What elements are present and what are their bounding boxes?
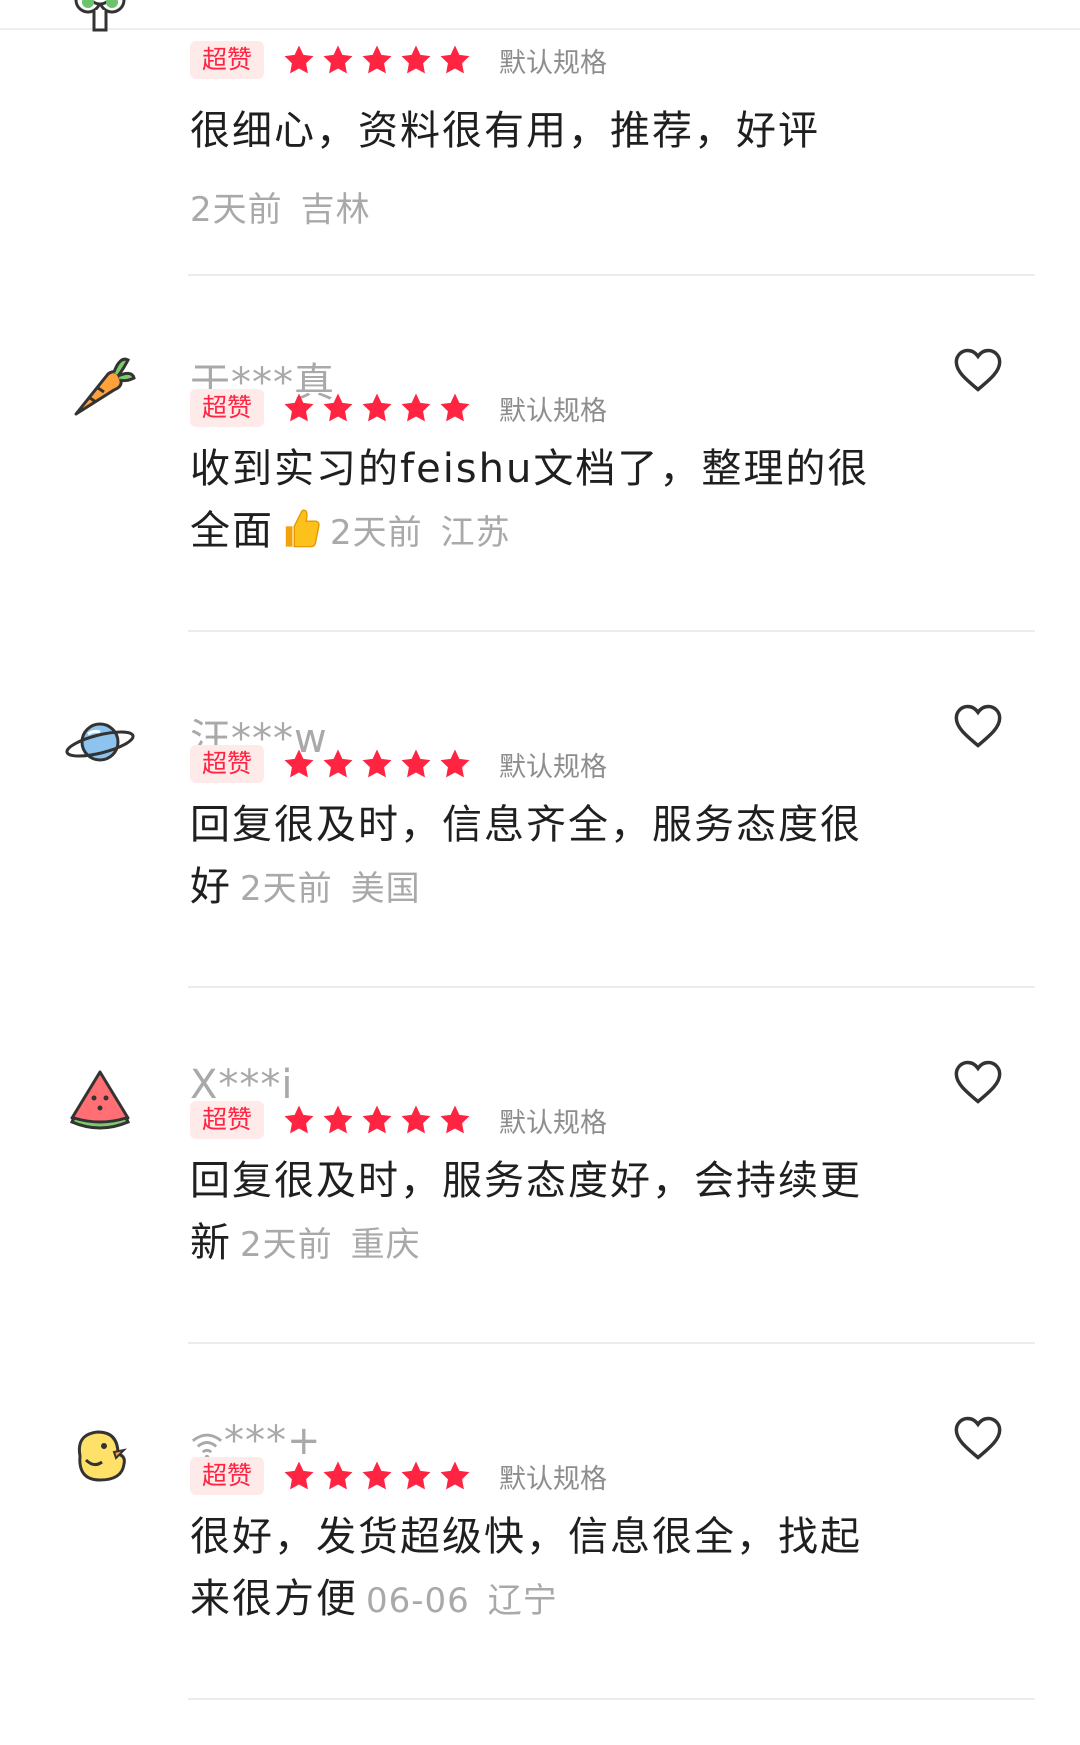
super-like-badge: 超赞 xyxy=(190,389,265,427)
review-content: 很好，发货超级快，信息很全，找起来很方便 06-06 辽宁 xyxy=(190,1506,890,1632)
chick-icon[interactable] xyxy=(62,1416,138,1492)
review-meta: 06-06 辽宁 xyxy=(366,1581,558,1621)
star-icon xyxy=(323,393,353,422)
review-location: 辽宁 xyxy=(487,1581,558,1621)
star-icon xyxy=(440,1105,470,1134)
watermelon-icon[interactable] xyxy=(62,1060,138,1136)
rating-row: 超赞 默认规格 xyxy=(190,388,607,428)
star-rating xyxy=(282,747,477,781)
star-rating xyxy=(282,1103,477,1137)
review-divider xyxy=(188,274,1035,276)
star-icon xyxy=(362,393,392,422)
star-icon xyxy=(284,1461,314,1490)
star-icon xyxy=(323,749,353,778)
spec-label: 默认规格 xyxy=(499,1107,608,1139)
review-item: 于***真 超赞 默认规格 收到实习的feishu文档了，整理的很全面 2天前 江苏 xyxy=(0,322,1080,677)
star-icon xyxy=(362,749,392,778)
star-icon xyxy=(440,749,470,778)
review-divider xyxy=(188,986,1035,988)
review-content: 回复很及时，信息齐全，服务态度很好 2天前 美国 xyxy=(190,794,890,920)
review-meta: 2天前 江苏 xyxy=(330,513,511,553)
review-time: 2天前 xyxy=(240,869,333,909)
review-time: 2天前 xyxy=(240,1225,333,1265)
star-icon xyxy=(440,45,470,74)
review-location: 吉林 xyxy=(300,190,371,230)
thumbs-up-icon xyxy=(285,509,320,548)
review-item: ***+ 超赞 默认规格 很好，发货超级快，信息很全，找起来很方便 06-06 辽宁 xyxy=(0,1390,1080,1745)
review-time: 2天前 xyxy=(190,190,283,230)
super-like-badge: 超赞 xyxy=(190,1101,265,1139)
star-icon xyxy=(323,1461,353,1490)
spec-label: 默认规格 xyxy=(499,395,608,427)
star-icon xyxy=(284,45,314,74)
heart-icon[interactable] xyxy=(952,700,1004,752)
star-icon xyxy=(401,1461,431,1490)
review-divider xyxy=(188,1698,1035,1700)
star-rating xyxy=(282,1459,477,1493)
review-content: 回复很及时，服务态度好，会持续更新 2天前 重庆 xyxy=(190,1150,890,1276)
review-divider xyxy=(188,630,1035,632)
rating-row: 超赞 默认规格 xyxy=(190,744,607,784)
star-icon xyxy=(362,1105,392,1134)
broccoli-icon[interactable] xyxy=(62,0,138,36)
review-time: 06-06 xyxy=(366,1581,470,1621)
star-icon xyxy=(284,1105,314,1134)
heart-icon[interactable] xyxy=(952,1412,1004,1464)
heart-icon[interactable] xyxy=(952,1056,1004,1108)
star-icon xyxy=(401,45,431,74)
review-time: 2天前 xyxy=(330,513,423,553)
review-meta: 2天前 吉林 xyxy=(190,182,371,231)
review-item: 汪***w 超赞 默认规格 回复很及时，信息齐全，服务态度很好 2天前 美国 xyxy=(0,678,1080,1033)
star-icon xyxy=(362,45,392,74)
star-icon xyxy=(323,45,353,74)
star-icon xyxy=(284,749,314,778)
star-icon xyxy=(401,393,431,422)
super-like-badge: 超赞 xyxy=(190,41,265,79)
star-icon xyxy=(401,749,431,778)
star-icon xyxy=(440,1461,470,1490)
review-location: 江苏 xyxy=(440,513,511,553)
spec-label: 默认规格 xyxy=(499,1463,608,1495)
review-location: 美国 xyxy=(350,869,421,909)
star-rating xyxy=(282,391,477,425)
heart-icon[interactable] xyxy=(952,344,1004,396)
review-meta: 2天前 美国 xyxy=(240,869,421,909)
super-like-badge: 超赞 xyxy=(190,1457,265,1495)
review-content: 收到实习的feishu文档了，整理的很全面 2天前 江苏 xyxy=(190,438,890,564)
review-meta: 2天前 重庆 xyxy=(240,1225,421,1265)
review-divider xyxy=(188,1342,1035,1344)
rating-row: 超赞 默认规格 xyxy=(190,1100,607,1140)
star-icon xyxy=(401,1105,431,1134)
star-icon xyxy=(323,1105,353,1134)
spec-label: 默认规格 xyxy=(499,47,608,79)
review-item: X***i 超赞 默认规格 回复很及时，服务态度好，会持续更新 2天前 重庆 xyxy=(0,1034,1080,1389)
review-content: 很细心，资料很有用，推荐，好评 xyxy=(190,108,820,154)
spec-label: 默认规格 xyxy=(499,751,608,783)
star-rating xyxy=(282,43,477,77)
star-icon xyxy=(362,1461,392,1490)
planet-icon[interactable] xyxy=(62,704,138,780)
review-location: 重庆 xyxy=(350,1225,421,1265)
rating-row: 超赞 默认规格 xyxy=(190,1456,607,1496)
super-like-badge: 超赞 xyxy=(190,745,265,783)
star-icon xyxy=(284,393,314,422)
review-item: 超赞 默认规格 很细心，资料很有用，推荐，好评 2天前 吉林 xyxy=(0,0,1080,355)
rating-row: 超赞 默认规格 xyxy=(190,40,607,80)
star-icon xyxy=(440,393,470,422)
carrot-icon[interactable] xyxy=(62,348,138,424)
